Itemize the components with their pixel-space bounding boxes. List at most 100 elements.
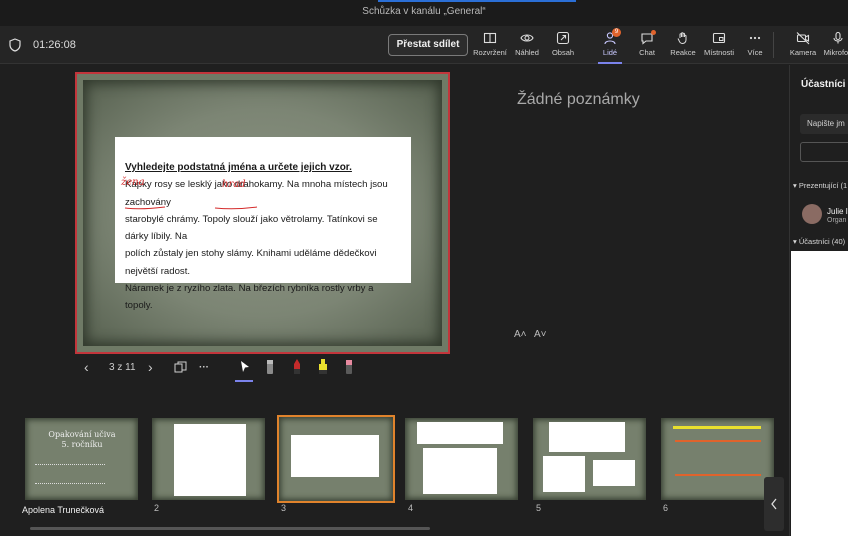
highlighter-icon[interactable] bbox=[317, 358, 329, 376]
people-label: Lidé bbox=[602, 48, 618, 57]
eye-icon bbox=[520, 34, 534, 42]
slide-thumbnail[interactable]: Opakování učiva 5. ročníku bbox=[25, 418, 138, 500]
rooms-icon bbox=[712, 32, 726, 44]
preview-label: Náhled bbox=[515, 48, 539, 57]
invite-input[interactable]: Napište jm bbox=[800, 114, 848, 134]
more-icon bbox=[749, 36, 761, 40]
reactions-label: Reakce bbox=[670, 48, 696, 57]
red-pen-icon[interactable] bbox=[291, 358, 303, 376]
thumbnail-number: 5 bbox=[536, 503, 542, 513]
thumbnail-title: Opakování učiva 5. ročníku bbox=[48, 430, 116, 449]
layout-label: Rozvržení bbox=[473, 48, 507, 57]
thumbnail-number: 6 bbox=[663, 503, 669, 513]
thumbnail-content bbox=[423, 448, 497, 494]
thumbnail-content bbox=[417, 422, 503, 444]
slide-thumbnail[interactable] bbox=[152, 418, 265, 500]
preview-button[interactable]: Náhled bbox=[507, 31, 547, 63]
people-count-badge: 9 bbox=[612, 28, 621, 37]
thumbnail-content bbox=[675, 474, 761, 486]
unread-dot bbox=[651, 30, 656, 35]
camera-off-icon bbox=[796, 32, 810, 45]
slide-thumbnail[interactable] bbox=[533, 418, 646, 500]
thumbnail-content bbox=[543, 456, 585, 492]
attendees-list bbox=[791, 251, 848, 536]
font-increase-button[interactable]: A˄ bbox=[514, 329, 527, 340]
slide-line-2: starobylé chrámy. Topoly slouží jako vět… bbox=[125, 213, 378, 243]
attendees-section-toggle[interactable]: ▾ Účastníci (40) bbox=[793, 237, 845, 246]
slide-line-4: Náramek je z ryzího zlata. Na březích ry… bbox=[125, 283, 374, 312]
slide-thumbnail[interactable] bbox=[405, 418, 518, 500]
next-slide-button[interactable]: › bbox=[148, 359, 153, 375]
thumbnail-number: 3 bbox=[281, 503, 287, 513]
chevron-left-icon bbox=[771, 498, 777, 510]
slide-counter: 3 z 11 bbox=[109, 362, 136, 373]
rooms-label: Místnosti bbox=[703, 48, 734, 57]
speaker-notes: Žádné poznámky bbox=[517, 91, 640, 108]
share-content-label: Obsah bbox=[551, 48, 575, 57]
slide-navigator: ‹ 3 z 11 › ··· bbox=[84, 358, 384, 378]
thumbnail-text-lines bbox=[35, 464, 105, 484]
layout-button[interactable]: Rozvržení bbox=[470, 31, 510, 63]
eraser-icon[interactable] bbox=[264, 358, 276, 376]
active-tab-indicator bbox=[598, 62, 622, 64]
handwritten-annotation: hrad bbox=[222, 179, 246, 190]
pink-eraser-icon[interactable] bbox=[343, 358, 355, 376]
more-options-button[interactable]: ··· bbox=[199, 362, 209, 373]
presenter-participant-role: Organ bbox=[827, 217, 847, 224]
thumbnail-number: 2 bbox=[154, 503, 160, 513]
reactions-button[interactable]: Reakce bbox=[663, 31, 703, 63]
presenter-participant-name[interactable]: Julie I bbox=[827, 207, 848, 216]
thumbnail-content bbox=[291, 435, 379, 477]
panel-title: Účastníci bbox=[801, 79, 846, 90]
mic-icon bbox=[833, 31, 843, 44]
share-content-button[interactable]: Obsah bbox=[543, 31, 583, 63]
meeting-timer: 01:26:08 bbox=[33, 39, 76, 51]
collapse-filmstrip-button[interactable] bbox=[764, 477, 784, 531]
camera-button[interactable]: Kamera bbox=[783, 31, 823, 63]
stop-sharing-button[interactable]: Přestat sdílet bbox=[388, 34, 468, 56]
thumbnail-content bbox=[593, 460, 635, 486]
slide-thumbnail[interactable] bbox=[661, 418, 774, 500]
ink-underlines bbox=[124, 206, 258, 210]
people-button[interactable]: 9 Lidé bbox=[590, 28, 630, 64]
filmstrip-scrollbar[interactable] bbox=[30, 527, 430, 530]
chat-button[interactable]: Chat bbox=[627, 30, 667, 63]
layout-icon bbox=[483, 32, 497, 44]
thumbnail-content bbox=[174, 424, 246, 496]
avatar bbox=[802, 204, 822, 224]
thumbnail-content bbox=[549, 422, 625, 452]
share-content-icon bbox=[556, 31, 570, 45]
camera-label: Kamera bbox=[789, 48, 817, 57]
window-title: Schůzka v kanálu „General“ bbox=[362, 6, 486, 17]
presenters-label: Prezentující (1 bbox=[798, 181, 848, 190]
slide-thumbnail-selected[interactable] bbox=[277, 415, 395, 503]
more-label: Více bbox=[747, 48, 763, 57]
grid-view-icon[interactable] bbox=[174, 361, 187, 374]
chat-label: Chat bbox=[639, 48, 655, 57]
previous-slide-button[interactable]: ‹ bbox=[84, 359, 89, 375]
handwritten-annotation: žena bbox=[121, 177, 145, 188]
titlebar-accent bbox=[378, 0, 576, 2]
rooms-button[interactable]: Místnosti bbox=[699, 31, 739, 63]
slide-heading: Vyhledejte podstatná jména a určete jeji… bbox=[125, 162, 352, 173]
reaction-icon bbox=[677, 32, 687, 45]
active-tool-indicator bbox=[235, 380, 253, 382]
presenters-section-toggle[interactable]: ▾ Prezentující (1 bbox=[793, 181, 847, 190]
share-invite-button[interactable] bbox=[800, 142, 848, 162]
more-button[interactable]: Více bbox=[735, 31, 775, 63]
presenter-name-label: Apolena Trunečková bbox=[22, 505, 105, 515]
microphone-label: Mikrofon bbox=[823, 48, 848, 57]
window-titlebar: Schůzka v kanálu „General“ bbox=[0, 0, 848, 26]
thumbnail-content bbox=[675, 440, 761, 452]
microphone-button[interactable]: Mikrofon bbox=[818, 31, 848, 63]
meeting-toolbar: 01:26:08 Přestat sdílet Rozvržení Náhled… bbox=[0, 26, 848, 64]
attendees-label: Účastníci (40) bbox=[798, 237, 846, 246]
pointer-icon[interactable] bbox=[239, 360, 251, 374]
slide-line-3: polích zůstaly jen stohy slámy. Knihami … bbox=[125, 248, 377, 277]
participants-panel: Účastníci Napište jm ▾ Prezentující (1 J… bbox=[789, 65, 848, 536]
toolbar-divider bbox=[773, 32, 774, 58]
thumbnail-content bbox=[673, 426, 761, 429]
font-decrease-button[interactable]: A˅ bbox=[534, 329, 547, 340]
shield-icon bbox=[9, 38, 21, 52]
thumbnail-number: 4 bbox=[408, 503, 414, 513]
